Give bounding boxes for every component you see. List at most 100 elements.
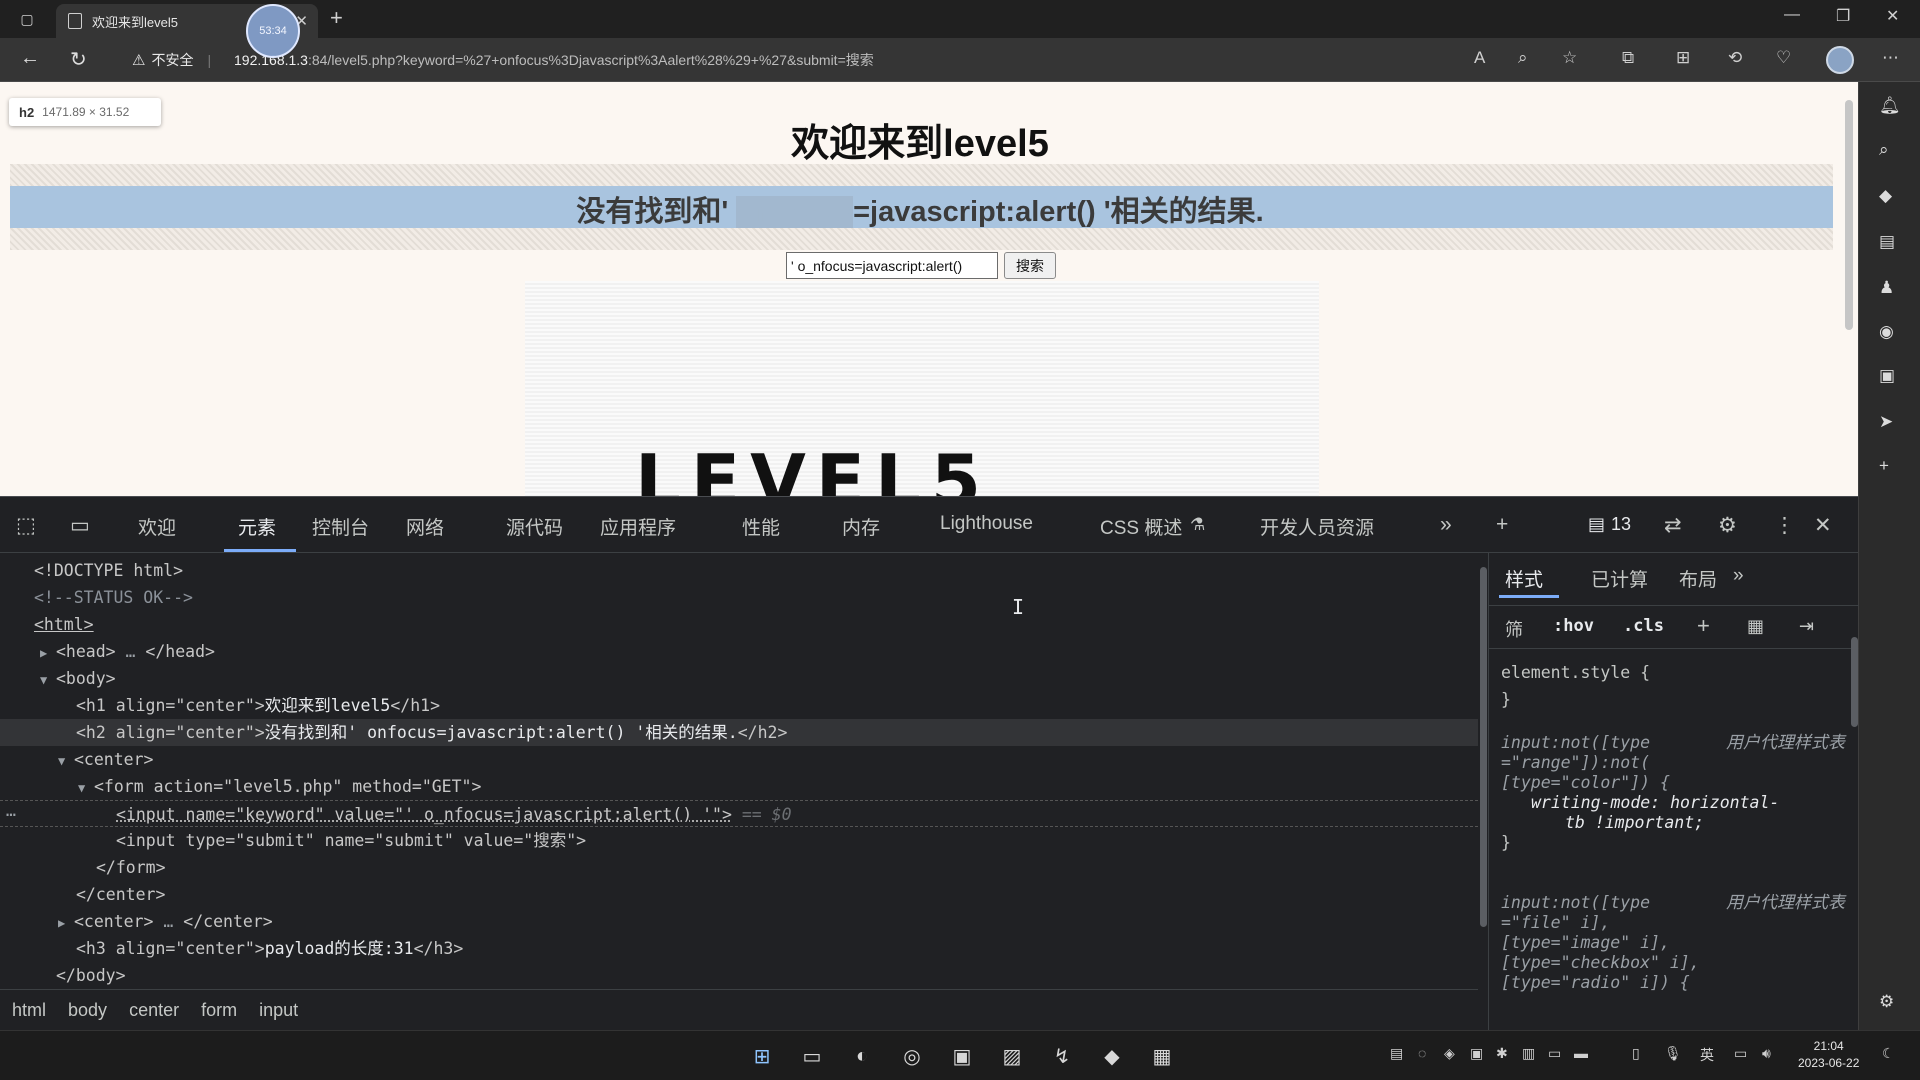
dom-line[interactable]: <h3 align="center">payload的长度:31</h3> [0, 935, 1478, 962]
system-clock[interactable]: 21:04 2023-06-22 [1798, 1038, 1859, 1072]
breadcrumb-form[interactable]: form [201, 1000, 237, 1021]
keyword-input[interactable] [786, 252, 998, 279]
devtools-tab-application[interactable]: 应用程序 [600, 513, 676, 540]
dom-line[interactable]: </form> [0, 854, 1478, 881]
url-field[interactable]: 192.168.1.3:84/level5.php?keyword=%27+on… [234, 50, 874, 70]
computed-tab[interactable]: 已计算 [1591, 565, 1648, 592]
edge-icon[interactable]: ◐ [849, 1043, 875, 1069]
tray-icon[interactable]: ◌ [1418, 1045, 1426, 1061]
dom-line-selected-input[interactable]: ⋯ <input name="keyword" value="' o_nfocus… [0, 800, 1478, 827]
tray-icon[interactable]: ▬ [1574, 1045, 1588, 1061]
devtools-tab-welcome[interactable]: 欢迎 [138, 513, 176, 540]
toggle-sidebar-icon[interactable]: ⇥ [1799, 616, 1814, 637]
new-tab-icon[interactable]: + [330, 5, 343, 31]
expand-triangle-icon[interactable]: ▶ [40, 640, 56, 667]
games-icon[interactable]: ♟ [1879, 278, 1894, 298]
outlook-icon[interactable]: ▣ [1879, 366, 1895, 386]
row-more-icon[interactable]: ⋯ [6, 801, 16, 828]
rule-declaration[interactable]: writing-mode: horizontal- [1501, 793, 1849, 813]
devtools-tab-performance[interactable]: 性能 [742, 513, 780, 540]
tab-actions-icon[interactable]: ▢ [14, 6, 40, 32]
notifications-icon[interactable]: ☾ [1882, 1045, 1895, 1062]
dom-line[interactable]: <h1 align="center">欢迎来到level5</h1> [0, 692, 1478, 719]
app-icon-7[interactable]: ◆ [1099, 1043, 1125, 1069]
cls-toggle[interactable]: .cls [1623, 616, 1664, 636]
devtools-more-icon[interactable]: ⋮ [1774, 513, 1795, 538]
zoom-icon[interactable]: ⌕ [1518, 48, 1528, 68]
filter-input[interactable]: 筛 [1505, 616, 1523, 642]
start-menu-icon[interactable]: ⊞ [749, 1043, 775, 1069]
dom-line[interactable]: </body> [0, 962, 1478, 986]
breadcrumb-html[interactable]: html [12, 1000, 46, 1021]
history-icon[interactable]: ⟲ [1728, 48, 1742, 68]
minimize-icon[interactable]: — [1784, 6, 1800, 24]
dom-line[interactable]: ▼ <body> [0, 665, 1478, 692]
ime-indicator[interactable]: 英 [1700, 1045, 1714, 1065]
refresh-icon[interactable]: ↻ [70, 47, 87, 72]
microphone-icon[interactable]: 🎙︎ [1664, 1045, 1682, 1062]
breadcrumb-input[interactable]: input [259, 1000, 298, 1021]
read-aloud-icon[interactable]: A [1474, 48, 1485, 68]
app-icon-4[interactable]: ▣ [949, 1043, 975, 1069]
breadcrumb-body[interactable]: body [68, 1000, 107, 1021]
devtools-settings-icon[interactable]: ⚙ [1718, 513, 1737, 538]
tray-device-icon[interactable]: ▯ [1632, 1045, 1640, 1062]
dom-collapsed-dots[interactable]: … [153, 912, 183, 931]
tools-icon[interactable]: ▤ [1879, 232, 1895, 252]
volume-icon[interactable]: 🔊︎ [1762, 1045, 1771, 1062]
submit-button[interactable]: 搜索 [1004, 252, 1056, 279]
sidebar-settings-icon[interactable]: ⚙ [1879, 992, 1894, 1012]
devtools-tab-network[interactable]: 网络 [406, 513, 444, 540]
collapse-triangle-icon[interactable]: ▼ [40, 667, 56, 694]
breadcrumb-center[interactable]: center [129, 1000, 179, 1021]
phpstorm-icon[interactable]: ▦ [1149, 1043, 1175, 1069]
dom-line[interactable]: ▶ <center> … </center> [0, 908, 1478, 935]
chrome-icon[interactable]: ◎ [899, 1043, 925, 1069]
tray-icon[interactable]: ✱ [1496, 1045, 1508, 1062]
tray-shield-icon[interactable]: ◈ [1444, 1045, 1455, 1062]
app-icon-6[interactable]: ↯ [1049, 1043, 1075, 1069]
sidebar-search-icon[interactable]: ⌕ [1879, 140, 1889, 160]
dom-line[interactable]: ▼ <center> [0, 746, 1478, 773]
back-icon[interactable]: ← [20, 47, 40, 70]
tray-icon[interactable]: ▣ [1470, 1045, 1483, 1062]
sidebar-add-icon[interactable]: + [1879, 456, 1889, 476]
page-scrollbar[interactable] [1845, 86, 1853, 491]
hov-toggle[interactable]: :hov [1553, 616, 1594, 636]
dom-tree-scroll-thumb[interactable] [1480, 567, 1487, 927]
expand-triangle-icon[interactable]: ▶ [58, 910, 74, 937]
new-rule-icon[interactable]: + [1697, 613, 1710, 639]
image-viewer-icon[interactable]: ▨ [999, 1043, 1025, 1069]
devtools-tab-console[interactable]: 控制台 [312, 513, 369, 540]
send-icon[interactable]: ➤ [1879, 412, 1893, 432]
issues-counter[interactable]: ▤ 13 [1588, 514, 1631, 535]
styles-scroll-thumb[interactable] [1851, 637, 1858, 727]
styles-scrollbar[interactable] [1851, 609, 1858, 1029]
dom-collapsed-dots[interactable]: … [116, 642, 146, 661]
collections-icon[interactable]: ⊞ [1676, 48, 1690, 68]
dom-line[interactable]: ▶ <head> … </head> [0, 638, 1478, 665]
dom-line[interactable]: <html> [0, 611, 1478, 638]
devtools-tab-sources[interactable]: 源代码 [506, 513, 563, 540]
network-icon[interactable]: ▭ [1734, 1045, 1747, 1062]
tray-icon[interactable]: ▤ [1390, 1045, 1403, 1062]
styles-tab[interactable]: 样式 [1505, 565, 1543, 592]
paint-icon[interactable]: ▦ [1747, 616, 1764, 637]
styles-more-icon[interactable]: » [1733, 565, 1744, 587]
dom-line[interactable]: <!DOCTYPE html> [0, 557, 1478, 584]
collapse-triangle-icon[interactable]: ▼ [78, 775, 94, 802]
more-tabs-icon[interactable]: » [1440, 513, 1452, 537]
device-toolbar-icon[interactable]: ▭ [70, 513, 90, 538]
maximize-icon[interactable]: ❐ [1836, 6, 1850, 26]
devtools-tab-dev-resources[interactable]: 开发人员资源 [1260, 513, 1374, 540]
dom-line-h2-hovered[interactable]: <h2 align="center">没有找到和' onfocus=javasc… [0, 719, 1478, 746]
devtools-tab-lighthouse[interactable]: Lighthouse [940, 513, 1033, 535]
dom-line[interactable]: <!--STATUS OK--> [0, 584, 1478, 611]
rule-declaration[interactable]: tb !important; [1501, 813, 1849, 833]
dom-tree-scrollbar[interactable] [1480, 557, 1488, 977]
favorite-star-icon[interactable]: ☆ [1562, 48, 1577, 68]
extensions-icon[interactable]: ⧉ [1622, 48, 1634, 68]
devtools-tab-elements[interactable]: 元素 [238, 513, 276, 540]
inspect-element-icon[interactable]: ⬚ [16, 513, 36, 538]
devtools-close-icon[interactable]: ✕ [1814, 513, 1832, 538]
